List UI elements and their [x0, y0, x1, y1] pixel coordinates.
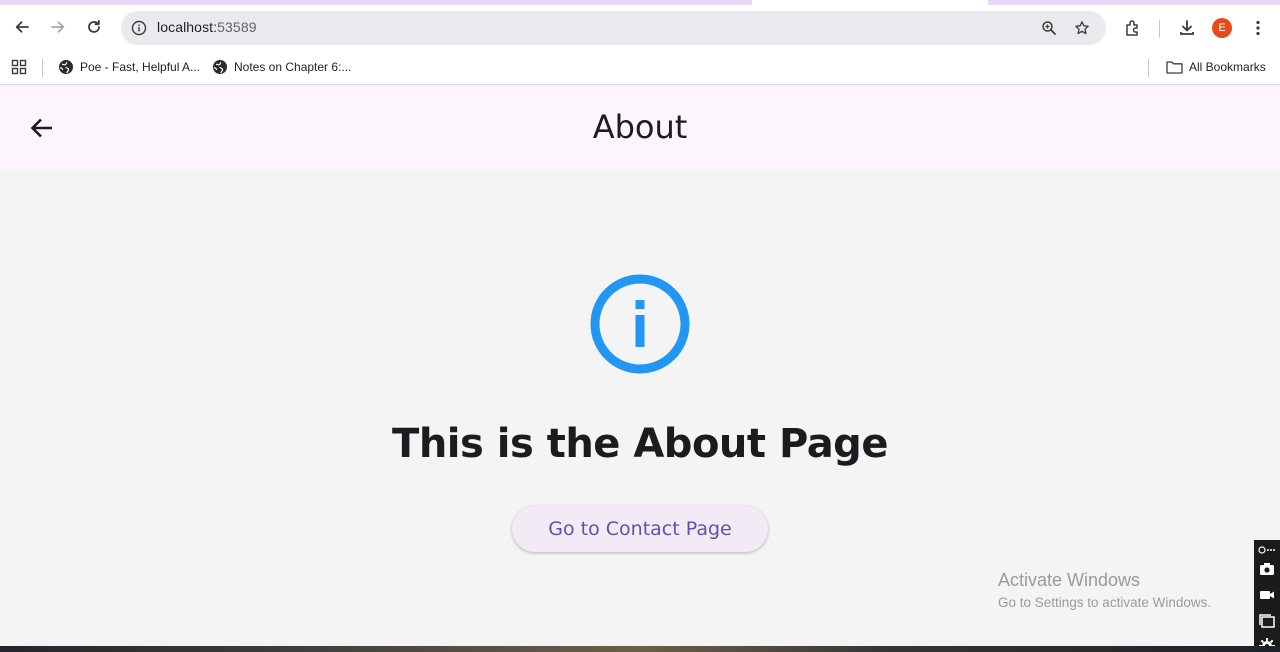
globe-icon [59, 60, 73, 74]
pin-more-icon[interactable] [1257, 540, 1277, 560]
os-taskbar-strip [0, 646, 1280, 652]
bookmark-label: Poe - Fast, Helpful A... [80, 60, 201, 74]
button-label: Go to Contact Page [548, 518, 732, 540]
bookmark-notes[interactable]: Notes on Chapter 6:... [212, 57, 351, 77]
video-icon[interactable] [1257, 585, 1277, 605]
page-title: About [592, 108, 688, 146]
folder-icon [1166, 61, 1183, 74]
bookmark-label: Notes on Chapter 6:... [234, 60, 352, 74]
back-icon[interactable] [7, 12, 37, 42]
bookmark-poe[interactable]: Poe - Fast, Helpful A... [58, 57, 200, 77]
watermark-subtitle: Go to Settings to activate Windows. [998, 595, 1212, 610]
profile-avatar[interactable]: E [1212, 18, 1232, 38]
browser-toolbar: localhost:53589 E [0, 5, 1280, 51]
all-bookmarks-label: All Bookmarks [1189, 60, 1266, 74]
page-heading: This is the About Page [392, 421, 888, 467]
globe-icon [213, 60, 227, 74]
site-info-icon[interactable] [129, 18, 149, 38]
reload-icon[interactable] [79, 12, 109, 42]
app-bar: About [0, 86, 1280, 170]
info-outline-icon [590, 274, 690, 374]
extensions-icon[interactable] [1123, 18, 1143, 38]
profile-initial: E [1218, 22, 1226, 34]
download-icon[interactable] [1177, 18, 1197, 38]
apps-grid-icon[interactable] [11, 57, 27, 77]
bookmark-star-icon[interactable] [1072, 18, 1092, 38]
bookmarks-bar: Poe - Fast, Helpful A... Notes on Chapte… [0, 51, 1280, 85]
bookmarks-divider [42, 59, 43, 77]
window-icon[interactable] [1257, 611, 1277, 631]
all-bookmarks[interactable]: All Bookmarks [1166, 57, 1266, 77]
bookmarks-divider [1148, 59, 1149, 77]
windows-activation-watermark: Activate Windows Go to Settings to activ… [998, 570, 1211, 610]
address-bar[interactable]: localhost:53589 [121, 11, 1106, 45]
url-text[interactable]: localhost:53589 [157, 19, 257, 35]
go-to-contact-button[interactable]: Go to Contact Page [512, 506, 768, 552]
camera-icon[interactable] [1257, 559, 1277, 579]
screen: localhost:53589 E Poe - Fast, Helpful A.… [0, 0, 1280, 652]
toolbar-divider [1159, 20, 1160, 38]
capture-side-toolbar [1254, 540, 1280, 652]
forward-icon[interactable] [43, 12, 73, 42]
watermark-title: Activate Windows [998, 570, 1141, 590]
main-content: This is the About Page Go to Contact Pag… [0, 170, 1280, 646]
menu-kebab-icon[interactable] [1248, 18, 1268, 38]
zoom-icon[interactable] [1039, 18, 1059, 38]
